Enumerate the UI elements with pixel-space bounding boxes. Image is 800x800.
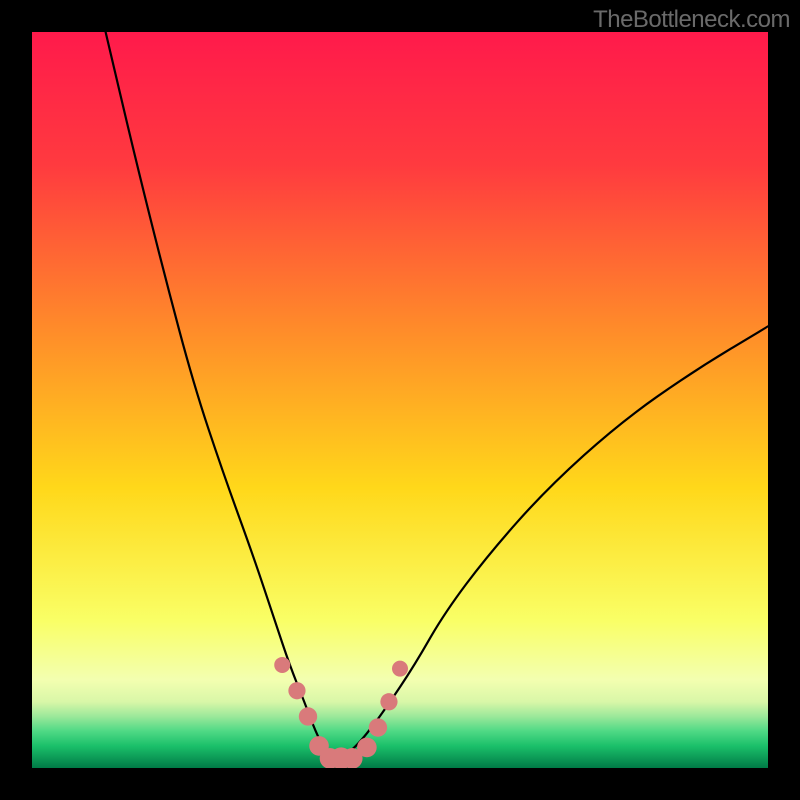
curve-marker xyxy=(274,657,290,673)
plot-area xyxy=(32,32,768,768)
watermark-text: TheBottleneck.com xyxy=(593,6,790,34)
curve-marker xyxy=(288,682,305,699)
gradient-background xyxy=(32,32,768,768)
chart-frame: TheBottleneck.com xyxy=(0,0,800,800)
curve-marker xyxy=(299,707,317,725)
bottleneck-chart xyxy=(32,32,768,768)
curve-marker xyxy=(369,718,387,736)
curve-marker xyxy=(357,738,377,758)
curve-marker xyxy=(380,693,397,710)
curve-marker xyxy=(392,661,408,677)
